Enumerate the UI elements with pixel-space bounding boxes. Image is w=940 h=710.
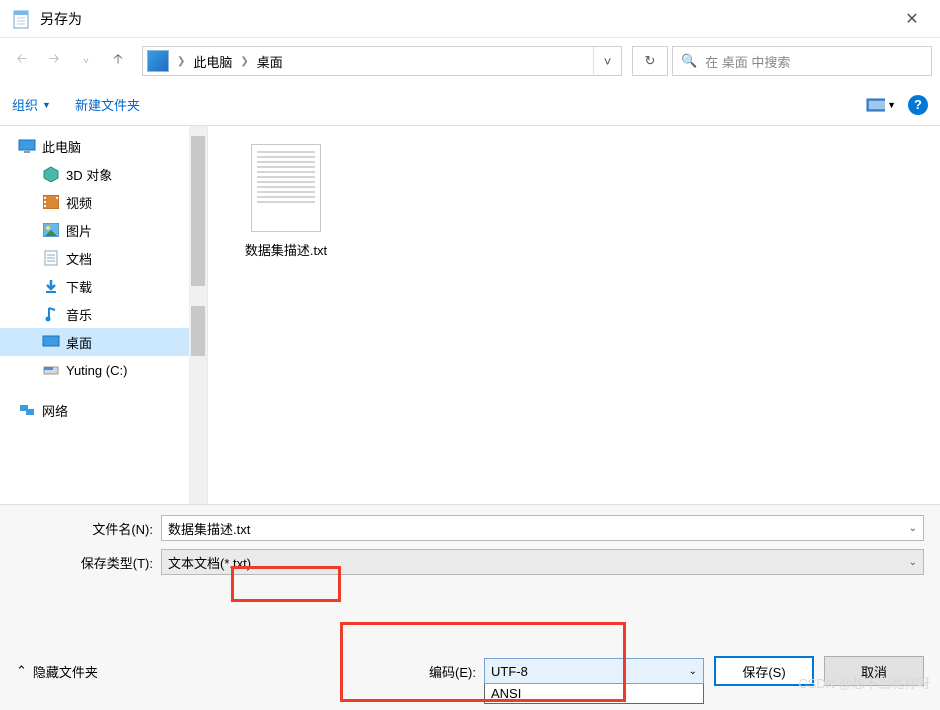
sidebar-item-videos[interactable]: 视频 [0, 188, 207, 216]
encoding-option-ansi[interactable]: ANSI [491, 686, 697, 701]
window-title: 另存为 [40, 9, 896, 29]
back-button[interactable]: 🡠 [8, 47, 36, 75]
scrollbar[interactable] [189, 126, 207, 504]
encoding-dropdown[interactable]: ANSI [484, 684, 704, 704]
refresh-button[interactable]: ↻ [632, 46, 668, 76]
search-input[interactable]: 🔍 在 桌面 中搜索 [672, 46, 932, 76]
chevron-right-icon[interactable]: ❯ [173, 56, 189, 67]
main-area: 此电脑 3D 对象 视频 图片 文档 下载 音乐 桌面 [0, 126, 940, 504]
help-button[interactable]: ? [908, 95, 928, 115]
sidebar-item-desktop[interactable]: 桌面 [0, 328, 207, 356]
new-folder-button[interactable]: 新建文件夹 [75, 95, 140, 114]
picture-icon [42, 221, 60, 239]
filename-label: 文件名(N): [16, 519, 161, 538]
breadcrumb-root[interactable]: 此电脑 [189, 52, 236, 71]
chevron-up-icon: ⌃ [16, 663, 27, 679]
chevron-right-icon[interactable]: ❯ [236, 56, 252, 67]
titlebar: 另存为 ✕ [0, 0, 940, 38]
chevron-down-icon[interactable]: ⌄ [689, 666, 697, 677]
document-icon [42, 249, 60, 267]
sidebar-item-drive-c[interactable]: Yuting (C:) [0, 356, 207, 384]
scroll-thumb[interactable] [191, 306, 205, 356]
forward-button[interactable]: 🡢 [40, 47, 68, 75]
file-name: 数据集描述.txt [236, 240, 336, 259]
desktop-icon [42, 333, 60, 351]
close-button[interactable]: ✕ [896, 9, 928, 29]
filetype-select[interactable]: 文本文档(*.txt) ⌄ [161, 549, 924, 575]
search-placeholder: 在 桌面 中搜索 [705, 52, 790, 71]
video-icon [42, 193, 60, 211]
sidebar-item-documents[interactable]: 文档 [0, 244, 207, 272]
breadcrumb[interactable]: ❯ 此电脑 ❯ 桌面 ˅ [142, 46, 622, 76]
chevron-down-icon[interactable]: ⌄ [909, 557, 917, 568]
nav-bar: 🡠 🡢 ˅ 🡡 ❯ 此电脑 ❯ 桌面 ˅ ↻ 🔍 在 桌面 中搜索 [0, 38, 940, 84]
sidebar-item-pc[interactable]: 此电脑 [0, 132, 207, 160]
up-button[interactable]: 🡡 [104, 47, 132, 75]
sidebar-item-music[interactable]: 音乐 [0, 300, 207, 328]
hide-folders-button[interactable]: ⌃ 隐藏文件夹 [16, 662, 98, 681]
sidebar-item-3d[interactable]: 3D 对象 [0, 160, 207, 188]
sidebar-item-downloads[interactable]: 下载 [0, 272, 207, 300]
sidebar: 此电脑 3D 对象 视频 图片 文档 下载 音乐 桌面 [0, 126, 207, 504]
view-menu[interactable]: ▼ [866, 95, 896, 115]
breadcrumb-dropdown[interactable]: ˅ [593, 47, 621, 75]
search-icon: 🔍 [681, 53, 697, 69]
pc-icon [18, 137, 36, 155]
notepad-icon [12, 9, 32, 29]
file-list[interactable]: 数据集描述.txt [207, 126, 940, 504]
sidebar-item-pictures[interactable]: 图片 [0, 216, 207, 244]
filetype-label: 保存类型(T): [16, 553, 161, 572]
filename-input[interactable]: 数据集描述.txt ⌄ [161, 515, 924, 541]
pc-icon [147, 50, 169, 72]
breadcrumb-current[interactable]: 桌面 [253, 52, 287, 71]
encoding-label: 编码(E): [429, 662, 476, 681]
recent-dropdown[interactable]: ˅ [72, 47, 100, 75]
toolbar: 组织▼ 新建文件夹 ▼ ? [0, 84, 940, 126]
scroll-thumb[interactable] [191, 136, 205, 286]
drive-icon [42, 361, 60, 379]
watermark: CSDN @想不出昵称呀 [798, 673, 930, 692]
download-icon [42, 277, 60, 295]
sidebar-item-network[interactable]: 网络 [0, 396, 207, 424]
file-item[interactable]: 数据集描述.txt [236, 144, 336, 259]
file-icon [251, 144, 321, 232]
cube-icon [42, 165, 60, 183]
network-icon [18, 401, 36, 419]
music-icon [42, 305, 60, 323]
encoding-select[interactable]: UTF-8 ⌄ ANSI [484, 658, 704, 684]
chevron-down-icon[interactable]: ⌄ [909, 523, 917, 534]
organize-menu[interactable]: 组织▼ [12, 95, 51, 114]
